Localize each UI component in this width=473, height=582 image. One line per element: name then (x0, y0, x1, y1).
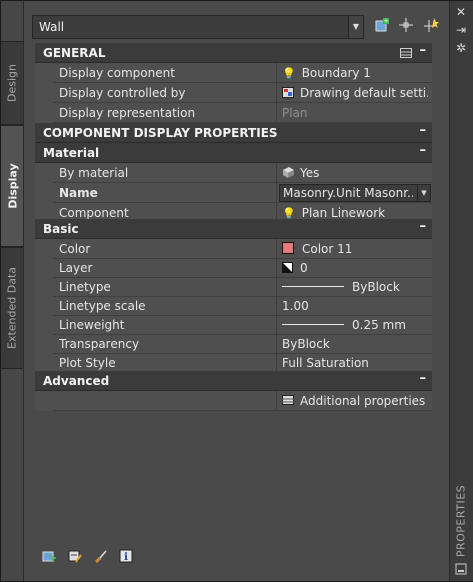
chevron-down-icon[interactable]: ▼ (417, 185, 430, 201)
additional-properties-link[interactable]: Additional properties (300, 394, 425, 408)
property-grid: GENERAL – Display component 💡 Boundary 1 … (35, 43, 432, 411)
tab-extended-data[interactable]: Extended Data (1, 247, 24, 369)
table-icon[interactable] (400, 47, 412, 61)
chevron-down-icon[interactable]: ▼ (348, 16, 363, 38)
palette-title-bar[interactable]: ✕ ⇥ ✲ PROPERTIES (449, 1, 473, 581)
palette-title: PROPERTIES (454, 484, 468, 558)
material-icon (283, 167, 294, 178)
collapse-icon[interactable]: – (420, 143, 427, 158)
linetype-sample (282, 286, 344, 287)
row-linetype[interactable]: Linetype ByBlock (53, 277, 432, 297)
section-basic[interactable]: Basic – (35, 219, 432, 239)
object-type-value: Wall (39, 20, 65, 34)
drawing-default-icon (282, 87, 294, 98)
row-layer[interactable]: Layer 0 (53, 258, 432, 278)
section-advanced[interactable]: Advanced – (35, 371, 432, 391)
row-gutter (35, 239, 53, 379)
add-selected-icon[interactable]: + (373, 17, 391, 35)
info-icon[interactable]: i (119, 549, 133, 563)
row-display-controlled-by[interactable]: Display controlled by Drawing default se… (53, 83, 432, 103)
close-icon[interactable]: ✕ (454, 5, 468, 19)
svg-text:+: + (383, 17, 389, 25)
row-additional-properties[interactable]: Additional properties (53, 391, 432, 411)
quick-select-icon[interactable] (422, 17, 440, 35)
row-transparency[interactable]: Transparency ByBlock (53, 334, 432, 354)
select-objects-icon[interactable] (397, 17, 415, 35)
tab-design[interactable]: Design (1, 41, 24, 125)
section-component-display[interactable]: COMPONENT DISPLAY PROPERTIES – (35, 123, 432, 143)
bottom-toolbar: i (42, 549, 141, 566)
auto-hide-icon[interactable]: ⇥ (454, 23, 468, 37)
palette-menu-icon[interactable] (454, 563, 468, 577)
layer-icon (282, 262, 293, 273)
row-lineweight[interactable]: Lineweight 0.25 mm (53, 315, 432, 335)
bulb-icon: 💡 (282, 67, 296, 80)
brush-icon[interactable] (94, 549, 108, 564)
select-similar-icon[interactable] (42, 549, 57, 563)
row-gutter (35, 391, 53, 411)
section-material[interactable]: Material – (35, 143, 432, 163)
collapse-icon[interactable]: – (420, 219, 427, 234)
row-material-name[interactable]: Name Masonry.Unit Masonr... ▼ (53, 183, 432, 203)
properties-palette: Design Display Extended Data Wall ▼ + GE… (0, 0, 473, 582)
edit-style-icon[interactable] (68, 549, 82, 563)
settings-icon[interactable]: ✲ (454, 41, 468, 55)
row-display-representation[interactable]: Display representation Plan (53, 103, 432, 123)
properties-panel: Wall ▼ + GENERAL – Display component 💡 Bo… (23, 1, 450, 581)
color-swatch (282, 242, 294, 254)
collapse-icon[interactable]: – (420, 123, 427, 138)
section-general[interactable]: GENERAL – (35, 43, 432, 63)
collapse-icon[interactable]: – (420, 371, 427, 386)
row-color[interactable]: Color Color 11 (53, 239, 432, 259)
row-by-material[interactable]: By material Yes (53, 163, 432, 183)
row-plot-style[interactable]: Plot Style Full Saturation (53, 353, 432, 373)
table-icon (282, 395, 294, 405)
row-gutter (35, 163, 53, 223)
material-name-dropdown[interactable]: Masonry.Unit Masonr... ▼ (279, 184, 431, 202)
row-display-component[interactable]: Display component 💡 Boundary 1 (53, 63, 432, 83)
svg-text:i: i (125, 552, 129, 563)
collapse-icon[interactable]: – (420, 43, 427, 58)
row-linetype-scale[interactable]: Linetype scale 1.00 (53, 296, 432, 316)
object-type-dropdown[interactable]: Wall ▼ (32, 15, 364, 39)
row-gutter (35, 63, 53, 123)
lineweight-sample (282, 324, 344, 325)
